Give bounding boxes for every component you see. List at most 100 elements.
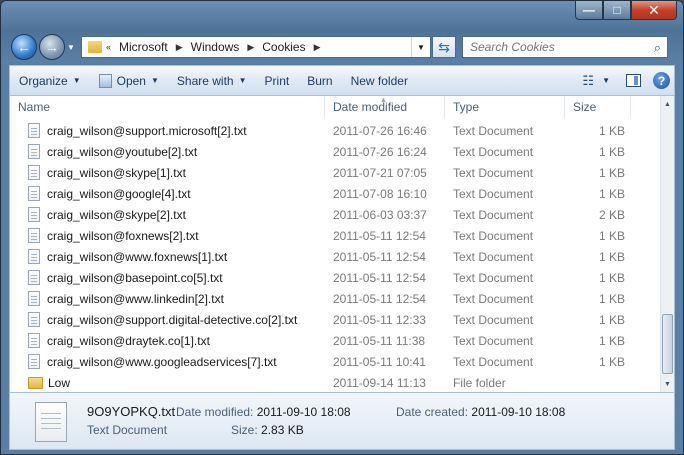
text-file-icon <box>28 144 40 159</box>
file-name-cell: Low <box>10 376 325 390</box>
organize-label: Organize <box>19 73 68 88</box>
minimize-button[interactable]: — <box>575 1 603 20</box>
close-button[interactable]: ✕ <box>631 1 677 20</box>
vertical-scrollbar[interactable]: ▲ ▼ <box>660 96 674 392</box>
file-size: 1 KB <box>598 144 625 159</box>
view-list-icon[interactable]: ☷ <box>582 73 594 89</box>
file-row[interactable]: craig_wilson@www.googleadservices[7].txt… <box>10 351 660 372</box>
back-button[interactable]: ← <box>11 34 37 60</box>
chevron-down-icon: ▼ <box>238 76 247 85</box>
details-date-created-value: 2011-09-10 18:08 <box>471 405 566 419</box>
text-document-icon <box>35 402 67 442</box>
file-name: craig_wilson@foxnews[2].txt <box>47 228 199 243</box>
file-name: craig_wilson@www.foxnews[1].txt <box>47 249 228 264</box>
help-icon[interactable]: ? <box>653 72 670 89</box>
text-file-icon <box>28 291 40 306</box>
text-file-icon <box>28 354 40 369</box>
search-input[interactable] <box>468 39 652 55</box>
file-date-modified: 2011-05-11 12:54 <box>333 291 426 306</box>
text-file-icon <box>28 207 40 222</box>
file-row[interactable]: craig_wilson@foxnews[2].txt 2011-05-11 12… <box>10 225 660 246</box>
file-row[interactable]: craig_wilson@www.linkedin[2].txt 2011-05-… <box>10 288 660 309</box>
open-label: Open <box>116 73 146 88</box>
text-file-icon <box>28 165 40 180</box>
breadcrumb-windows[interactable]: Windows <box>191 40 240 54</box>
view-dropdown-chevron-down-icon[interactable]: ▼ <box>602 76 610 85</box>
new-folder-button[interactable]: New folder <box>342 66 417 95</box>
file-name: craig_wilson@youtube[2].txt <box>47 144 198 159</box>
file-size: 1 KB <box>598 165 625 180</box>
file-name: craig_wilson@www.googleadservices[7].txt <box>47 354 277 369</box>
details-size-value: 2.83 KB <box>261 423 304 437</box>
column-header-size[interactable]: Size <box>565 96 631 118</box>
file-date-modified: 2011-05-11 12:54 <box>333 270 426 285</box>
text-file-icon <box>28 228 40 243</box>
chevron-right-icon[interactable]: ▶ <box>247 42 254 53</box>
file-row[interactable]: craig_wilson@skype[1].txt 2011-07-21 07:0… <box>10 162 660 183</box>
column-header-date-label: Date modified <box>333 100 408 114</box>
file-type: Text Document <box>453 165 534 180</box>
file-name: Low <box>48 375 71 390</box>
column-header-date-modified[interactable]: ▲ Date modified <box>325 96 445 118</box>
details-date-created: Date created: 2011-09-10 18:08 <box>396 405 565 419</box>
forward-button[interactable]: → <box>39 34 65 60</box>
file-name-cell: craig_wilson@support.microsoft[2].txt <box>10 123 325 138</box>
burn-button[interactable]: Burn <box>298 66 341 95</box>
search-icon[interactable]: ⌕ <box>654 40 661 56</box>
column-header-name[interactable]: Name <box>10 96 325 118</box>
refresh-button[interactable]: ⇆ <box>432 36 456 58</box>
file-size: 1 KB <box>598 354 625 369</box>
file-row[interactable]: craig_wilson@support.microsoft[2].txt 201… <box>10 120 660 141</box>
address-bar[interactable]: « Microsoft ▶ Windows ▶ Cookies ▶ ▼ <box>81 36 431 58</box>
file-name-cell: craig_wilson@draytek.co[1].txt <box>10 333 325 348</box>
folder-icon <box>28 376 43 389</box>
recent-pages-dropdown[interactable]: ▼ <box>67 43 77 52</box>
chevron-right-icon[interactable]: ▶ <box>176 42 183 53</box>
file-date-modified: 2011-07-08 16:10 <box>333 186 427 201</box>
chevron-down-icon: ▼ <box>72 76 81 85</box>
scroll-down-arrow-icon[interactable]: ▼ <box>661 376 674 392</box>
breadcrumb-overflow[interactable]: « <box>106 42 111 52</box>
file-row[interactable]: craig_wilson@youtube[2].txt 2011-07-26 16… <box>10 141 660 162</box>
search-box[interactable]: ⌕ <box>462 36 668 58</box>
scrollbar-thumb[interactable] <box>662 314 673 374</box>
file-type: Text Document <box>453 207 534 222</box>
text-file-icon <box>28 123 40 138</box>
scroll-up-arrow-icon[interactable]: ▲ <box>661 96 674 112</box>
organize-button[interactable]: Organize ▼ <box>10 66 90 95</box>
breadcrumb-microsoft[interactable]: Microsoft <box>119 40 168 54</box>
file-row[interactable]: craig_wilson@skype[2].txt 2011-06-03 03:3… <box>10 204 660 225</box>
file-size: 1 KB <box>598 228 625 243</box>
folder-row[interactable]: Low 2011-09-14 11:13 File folder <box>10 372 660 393</box>
breadcrumb-cookies[interactable]: Cookies <box>262 40 305 54</box>
file-row[interactable]: craig_wilson@google[4].txt 2011-07-08 16:… <box>10 183 660 204</box>
maximize-button[interactable]: □ <box>603 1 631 20</box>
file-type: Text Document <box>453 186 534 201</box>
chevron-right-icon[interactable]: ▶ <box>314 42 321 53</box>
address-dropdown[interactable]: ▼ <box>411 37 430 57</box>
file-rows: craig_wilson@support.microsoft[2].txt 201… <box>10 120 660 393</box>
file-type: Text Document <box>453 312 534 327</box>
file-row[interactable]: craig_wilson@support.digital-detective.c… <box>10 309 660 330</box>
file-name-cell: craig_wilson@basepoint.co[5].txt <box>10 270 325 285</box>
file-size: 1 KB <box>598 249 625 264</box>
column-header-type[interactable]: Type <box>445 96 565 118</box>
file-row[interactable]: craig_wilson@draytek.co[1].txt 2011-05-11… <box>10 330 660 351</box>
file-size: 1 KB <box>598 186 625 201</box>
file-list: Name ▲ Date modified Type Size craig_wil… <box>9 96 675 392</box>
file-date-modified: 2011-05-11 11:38 <box>333 333 426 348</box>
arrow-left-icon: ← <box>17 39 31 55</box>
file-date-modified: 2011-07-26 16:46 <box>333 123 427 138</box>
share-with-button[interactable]: Share with ▼ <box>168 66 256 95</box>
preview-pane-icon[interactable] <box>626 74 641 87</box>
details-size-label: Size: <box>231 423 258 437</box>
print-button[interactable]: Print <box>256 66 299 95</box>
file-name-cell: craig_wilson@youtube[2].txt <box>10 144 325 159</box>
open-button[interactable]: Open ▼ <box>90 66 168 95</box>
file-size: 2 KB <box>598 207 625 222</box>
file-row[interactable]: craig_wilson@basepoint.co[5].txt 2011-05-… <box>10 267 660 288</box>
caption-buttons: — □ ✕ <box>575 1 677 21</box>
explorer-window: — □ ✕ ← → ▼ « Microsoft ▶ Windows ▶ Cook… <box>0 0 684 455</box>
file-row[interactable]: craig_wilson@www.foxnews[1].txt 2011-05-1… <box>10 246 660 267</box>
file-type: Text Document <box>453 123 534 138</box>
